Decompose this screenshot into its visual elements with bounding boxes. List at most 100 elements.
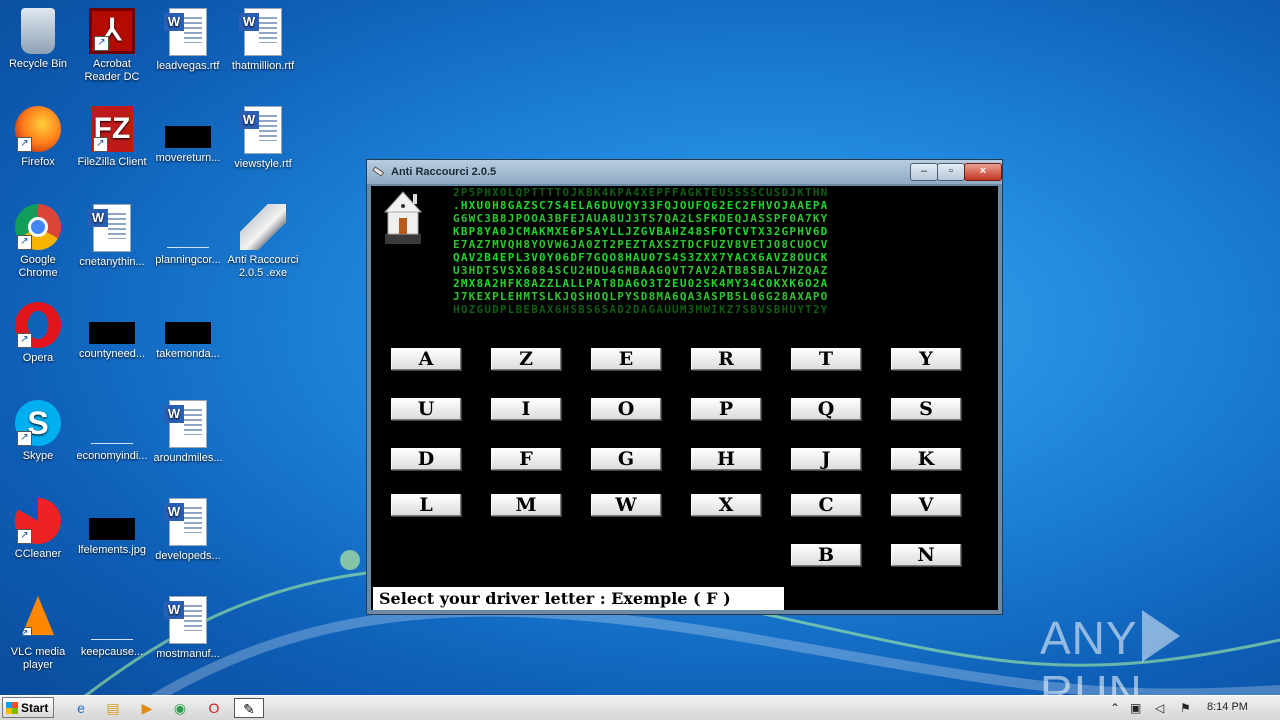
black-thumb-icon bbox=[89, 518, 135, 540]
desktop-icon-label: FileZilla Client bbox=[77, 156, 147, 168]
desktop-icon[interactable]: Wleadvegas.rtf bbox=[150, 8, 226, 73]
drive-key-d[interactable]: D bbox=[391, 448, 461, 470]
drive-key-c[interactable]: C bbox=[791, 494, 861, 516]
drive-key-u[interactable]: U bbox=[391, 398, 461, 420]
maximize-button[interactable]: ▫ bbox=[937, 163, 965, 181]
close-button[interactable]: × bbox=[964, 163, 1002, 181]
chrome-icon[interactable]: ◉ bbox=[169, 698, 191, 718]
desktop-icon[interactable]: countyneed... bbox=[74, 302, 150, 361]
desktop-icon[interactable]: keepcause... bbox=[74, 596, 150, 659]
desktop-icon[interactable]: ↗ VLC media player bbox=[0, 596, 76, 672]
drive-key-i[interactable]: I bbox=[491, 398, 561, 420]
drive-key-j[interactable]: J bbox=[791, 448, 861, 470]
network-icon[interactable]: ▣ bbox=[1130, 700, 1141, 716]
status-message: Select your driver letter : Exemple ( F … bbox=[373, 587, 784, 610]
drive-key-o[interactable]: O bbox=[591, 398, 661, 420]
drive-key-r[interactable]: R bbox=[691, 348, 761, 370]
desktop-icon-label: CCleaner bbox=[14, 548, 62, 560]
anti-raccourci-window[interactable]: Anti Raccourci 2.0.5 – ▫ × 2P5PHXOLQPTTT… bbox=[366, 159, 1003, 615]
desktop-icon-label: Recycle Bin bbox=[8, 58, 68, 70]
shortcut-arrow-icon: ↗ bbox=[93, 137, 108, 152]
desktop-icon[interactable]: Wdevelopeds... bbox=[150, 498, 226, 563]
desktop-icon-label: aroundmiles... bbox=[153, 452, 223, 464]
firefox-icon: ↗ bbox=[15, 106, 61, 152]
desktop-icon[interactable]: Wmostmanuf... bbox=[150, 596, 226, 661]
anyrun-watermark: ANYRUN bbox=[1040, 610, 1280, 718]
drive-key-x[interactable]: X bbox=[691, 494, 761, 516]
drive-key-w[interactable]: W bbox=[591, 494, 661, 516]
desktop-icon-label: VLC media player bbox=[10, 646, 66, 671]
matrix-line: KBP8YA0JCMAKMXE6PSAYLLJZGVBAHZ48SFOTCVTX… bbox=[453, 225, 829, 238]
drive-key-s[interactable]: S bbox=[891, 398, 961, 420]
desktop-icon[interactable]: Anti Raccourci 2.0.5 .exe bbox=[225, 204, 301, 280]
drive-key-g[interactable]: G bbox=[591, 448, 661, 470]
minimize-button[interactable]: – bbox=[910, 163, 938, 181]
home-icon[interactable] bbox=[381, 190, 425, 246]
desktop-icon[interactable]: takemonda... bbox=[150, 302, 226, 361]
window-client-area: 2P5PHXOLQPTTTTOJKBK4KPA4XEPFFAGKTEUSSSSC… bbox=[371, 186, 998, 610]
desktop-icon[interactable]: ↗ Firefox bbox=[0, 106, 76, 169]
desktop-icon-label: leadvegas.rtf bbox=[156, 60, 220, 72]
opera-icon[interactable]: O bbox=[203, 698, 225, 718]
desktop-icon[interactable]: planningcor... bbox=[150, 204, 226, 267]
drive-key-v[interactable]: V bbox=[891, 494, 961, 516]
action-center-flag-icon[interactable]: ⚑ bbox=[1180, 700, 1191, 716]
tray-expand-icon[interactable]: ⌃ bbox=[1110, 700, 1120, 716]
drive-key-b[interactable]: B bbox=[791, 544, 861, 566]
drive-key-l[interactable]: L bbox=[391, 494, 461, 516]
anti-raccourci-taskbar-button[interactable]: ✎ bbox=[234, 698, 264, 718]
desktop-icon[interactable]: movereturn... bbox=[150, 106, 226, 165]
volume-icon[interactable]: ◁ bbox=[1155, 700, 1164, 716]
desktop-icon[interactable]: Recycle Bin bbox=[0, 8, 76, 71]
desktop-icon[interactable]: economyindi... bbox=[74, 400, 150, 463]
desktop-icon[interactable]: ↗ CCleaner bbox=[0, 498, 76, 561]
window-titlebar[interactable]: Anti Raccourci 2.0.5 – ▫ × bbox=[367, 160, 1002, 184]
drive-key-q[interactable]: Q bbox=[791, 398, 861, 420]
matrix-line: G6WC3B8JPOOA3BFEJAUA8UJ3TS7QA2LSFKDEQJAS… bbox=[453, 212, 829, 225]
clock[interactable]: 8:14 PM bbox=[1207, 701, 1248, 713]
drive-key-n[interactable]: N bbox=[891, 544, 961, 566]
desktop-icon[interactable]: Wcnetanythin... bbox=[74, 204, 150, 269]
explorer-icon[interactable]: ▤ bbox=[102, 698, 124, 718]
desktop-icon[interactable]: Wthatmillion.rtf bbox=[225, 8, 301, 73]
window-title: Anti Raccourci 2.0.5 bbox=[391, 166, 497, 178]
media-player-icon[interactable]: ▶ bbox=[136, 698, 158, 718]
black-thumb-icon bbox=[165, 322, 211, 344]
desktop-icon[interactable]: ↗ Opera bbox=[0, 302, 76, 365]
desktop-icon-label: Firefox bbox=[21, 156, 55, 168]
desktop-icon-label: Anti Raccourci 2.0.5 .exe bbox=[227, 254, 299, 279]
shortcut-arrow-icon: ↗ bbox=[17, 431, 32, 446]
acrobat-icon: ⅄ ↗ bbox=[89, 8, 135, 54]
ie-icon[interactable]: e bbox=[70, 698, 92, 718]
desktop-icon[interactable]: S ↗ Skype bbox=[0, 400, 76, 463]
desktop-icon[interactable]: Waroundmiles... bbox=[150, 400, 226, 465]
matrix-line: 2P5PHXOLQPTTTTOJKBK4KPA4XEPFFAGKTEUSSSSC… bbox=[453, 186, 829, 199]
drive-key-m[interactable]: M bbox=[491, 494, 561, 516]
matrix-line: HQZGUDPLBEBAX6HSBS6SAD2DAGAUUM3MWIKZ7SBV… bbox=[453, 303, 829, 313]
desktop-icon[interactable]: ↗ Google Chrome bbox=[0, 204, 76, 280]
word-doc-icon: W bbox=[239, 106, 282, 154]
start-button[interactable]: Start bbox=[2, 697, 54, 718]
desktop-icon[interactable]: ⅄ ↗ Acrobat Reader DC bbox=[74, 8, 150, 84]
drive-key-p[interactable]: P bbox=[691, 398, 761, 420]
desktop-icon-label: lfelements.jpg bbox=[78, 544, 146, 556]
play-logo-icon bbox=[1141, 610, 1180, 662]
desktop-icon[interactable]: Wviewstyle.rtf bbox=[225, 106, 301, 171]
vlc-icon: ↗ bbox=[21, 596, 55, 636]
skype-icon: S ↗ bbox=[15, 400, 61, 446]
drive-key-z[interactable]: Z bbox=[491, 348, 561, 370]
desktop-icon-label: mostmanuf... bbox=[156, 648, 220, 660]
blank-file-icon bbox=[89, 400, 135, 446]
desktop-icon[interactable]: FZ ↗ FileZilla Client bbox=[74, 106, 150, 169]
drive-key-h[interactable]: H bbox=[691, 448, 761, 470]
blank-file-icon bbox=[89, 596, 135, 642]
drive-key-f[interactable]: F bbox=[491, 448, 561, 470]
desktop-icon[interactable]: lfelements.jpg bbox=[74, 498, 150, 557]
drive-key-t[interactable]: T bbox=[791, 348, 861, 370]
shortcut-arrow-icon: ↗ bbox=[17, 235, 32, 250]
drive-key-k[interactable]: K bbox=[891, 448, 961, 470]
shortcut-arrow-icon: ↗ bbox=[17, 137, 32, 152]
drive-key-e[interactable]: E bbox=[591, 348, 661, 370]
drive-key-y[interactable]: Y bbox=[891, 348, 961, 370]
drive-key-a[interactable]: A bbox=[391, 348, 461, 370]
